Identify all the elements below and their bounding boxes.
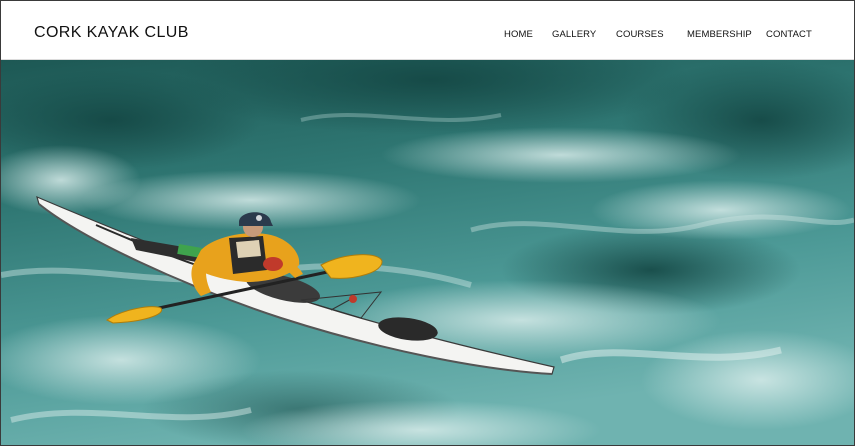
main-nav: HOME GALLERY COURSES MEMBERSHIP CONTACT [1,29,854,43]
nav-contact[interactable]: CONTACT [766,29,812,40]
nav-membership[interactable]: MEMBERSHIP [687,29,752,40]
page: CORK KAYAK CLUB HOME GALLERY COURSES MEM… [0,0,855,446]
kayaker-photo [1,60,854,445]
site-header: CORK KAYAK CLUB HOME GALLERY COURSES MEM… [1,1,854,60]
nav-gallery[interactable]: GALLERY [552,29,596,40]
nav-home[interactable]: HOME [504,29,533,40]
nav-courses[interactable]: COURSES [616,29,664,40]
hero-image [1,60,854,445]
